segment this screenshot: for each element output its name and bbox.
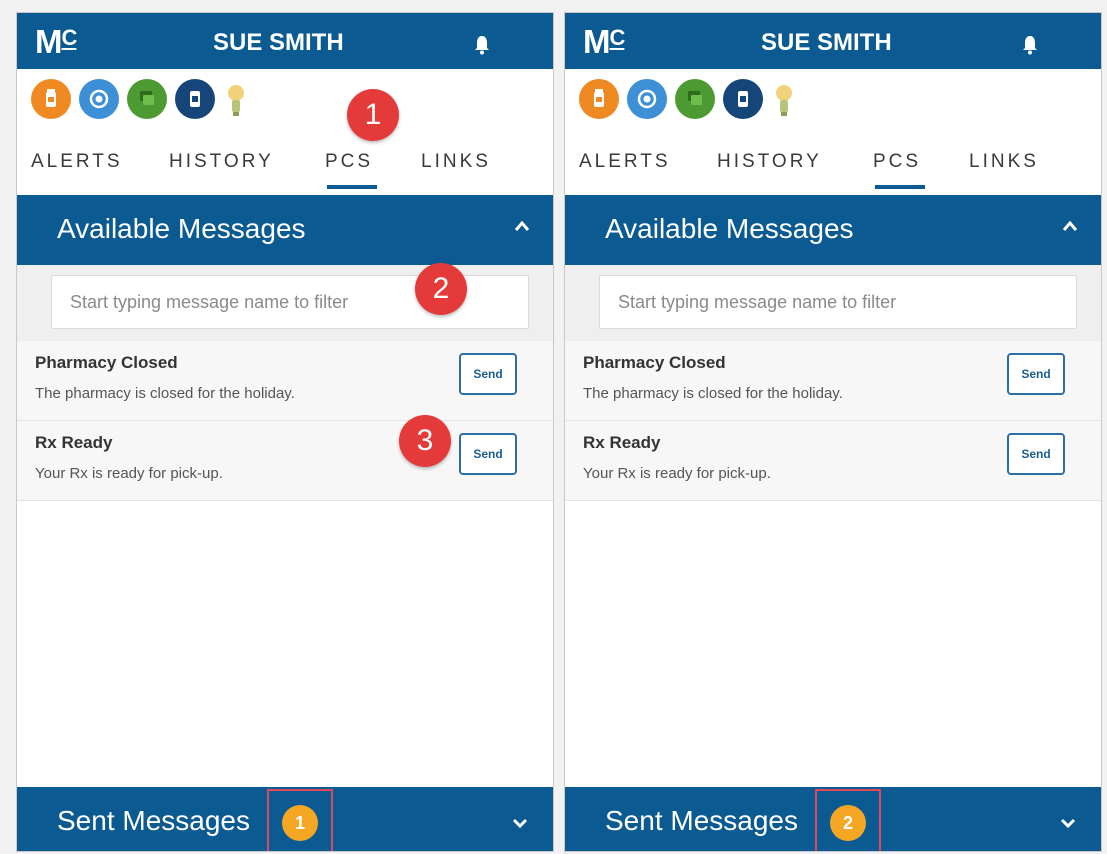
- message-row: Pharmacy Closed The pharmacy is closed f…: [565, 341, 1101, 421]
- lightbulb-icon[interactable]: [225, 83, 247, 119]
- send-button[interactable]: Send: [459, 433, 517, 475]
- message-filter-input[interactable]: [599, 275, 1077, 329]
- user-name: SUE SMITH: [213, 29, 344, 56]
- tab-bar: ALERTS HISTORY PCS LINKS: [17, 141, 553, 195]
- callout-badge: 1: [347, 89, 399, 141]
- prescription-bottle-icon[interactable]: [175, 79, 215, 119]
- tab-links[interactable]: LINKS: [969, 151, 1039, 173]
- sent-count-badge: 2: [830, 805, 866, 841]
- available-messages-header[interactable]: Available Messages: [17, 195, 553, 265]
- bell-icon[interactable]: [473, 35, 491, 55]
- active-tab-indicator: [327, 185, 377, 189]
- tab-bar: ALERTS HISTORY PCS LINKS: [565, 141, 1101, 195]
- chat-icon[interactable]: [127, 79, 167, 119]
- settings-icon[interactable]: [79, 79, 119, 119]
- bell-icon[interactable]: [1021, 35, 1039, 55]
- app-header: MC SUE SMITH: [17, 13, 553, 69]
- tab-alerts[interactable]: ALERTS: [31, 151, 123, 173]
- available-messages-header[interactable]: Available Messages: [565, 195, 1101, 265]
- app-header: MC SUE SMITH: [565, 13, 1101, 69]
- sent-messages-title: Sent Messages: [605, 805, 798, 836]
- medication-bottle-icon[interactable]: [579, 79, 619, 119]
- message-title: Rx Ready: [583, 433, 661, 452]
- tab-history[interactable]: HISTORY: [717, 151, 822, 173]
- user-name: SUE SMITH: [761, 29, 892, 56]
- message-description: Your Rx is ready for pick-up.: [35, 465, 223, 482]
- sent-messages-bar[interactable]: Sent Messages 2: [565, 787, 1101, 851]
- message-description: Your Rx is ready for pick-up.: [583, 465, 771, 482]
- available-messages-title: Available Messages: [57, 213, 306, 244]
- tab-pcs[interactable]: PCS: [325, 151, 373, 173]
- sent-count-badge: 1: [282, 805, 318, 841]
- message-title: Pharmacy Closed: [35, 353, 178, 372]
- settings-icon[interactable]: [627, 79, 667, 119]
- callout-badge: 3: [399, 415, 451, 467]
- send-button[interactable]: Send: [1007, 433, 1065, 475]
- chevron-up-icon[interactable]: [1061, 219, 1079, 233]
- filter-area: [17, 265, 553, 341]
- message-row: Pharmacy Closed The pharmacy is closed f…: [17, 341, 553, 421]
- message-description: The pharmacy is closed for the holiday.: [35, 385, 295, 402]
- message-row: Rx Ready Your Rx is ready for pick-up. S…: [565, 421, 1101, 501]
- prescription-bottle-icon[interactable]: [723, 79, 763, 119]
- sent-messages-title: Sent Messages: [57, 805, 250, 836]
- filter-area: [565, 265, 1101, 341]
- message-title: Pharmacy Closed: [583, 353, 726, 372]
- message-title: Rx Ready: [35, 433, 113, 452]
- tab-history[interactable]: HISTORY: [169, 151, 274, 173]
- tab-links[interactable]: LINKS: [421, 151, 491, 173]
- tab-pcs[interactable]: PCS: [873, 151, 921, 173]
- chevron-up-icon[interactable]: [513, 219, 531, 233]
- count-highlight-box: 1: [267, 789, 333, 851]
- available-messages-title: Available Messages: [605, 213, 854, 244]
- lightbulb-icon[interactable]: [773, 83, 795, 119]
- left-panel: MC SUE SMITH ALERTS HISTORY PCS LINKS Av…: [16, 12, 554, 852]
- medication-bottle-icon[interactable]: [31, 79, 71, 119]
- message-description: The pharmacy is closed for the holiday.: [583, 385, 843, 402]
- app-logo: MC: [35, 23, 77, 60]
- message-row: Rx Ready Your Rx is ready for pick-up. S…: [17, 421, 553, 501]
- sent-messages-bar[interactable]: Sent Messages 1: [17, 787, 553, 851]
- send-button[interactable]: Send: [1007, 353, 1065, 395]
- active-tab-indicator: [875, 185, 925, 189]
- send-button[interactable]: Send: [459, 353, 517, 395]
- chevron-down-icon[interactable]: [1059, 817, 1077, 829]
- right-panel: MC SUE SMITH ALERTS HISTORY PCS LINKS Av…: [564, 12, 1102, 852]
- tab-alerts[interactable]: ALERTS: [579, 151, 671, 173]
- count-highlight-box: 2: [815, 789, 881, 851]
- callout-badge: 2: [415, 263, 467, 315]
- app-logo: MC: [583, 23, 625, 60]
- chat-icon[interactable]: [675, 79, 715, 119]
- chevron-down-icon[interactable]: [511, 817, 529, 829]
